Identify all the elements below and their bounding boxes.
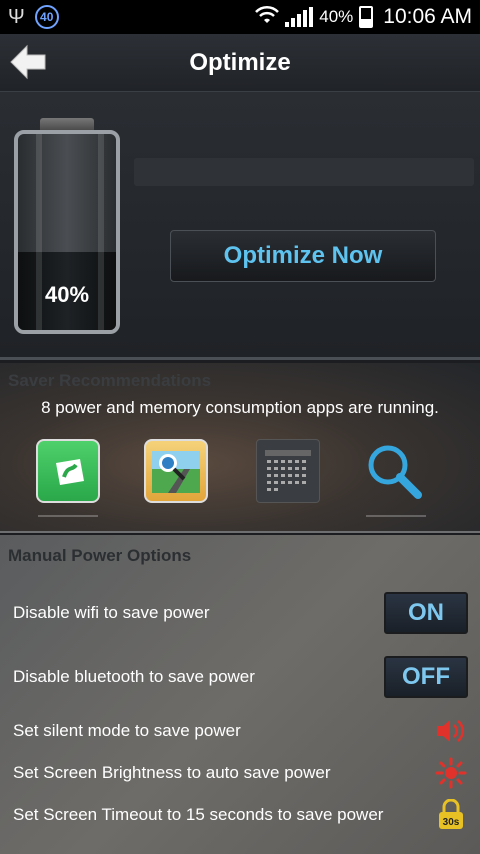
- notification-badge: 40: [34, 5, 59, 29]
- calendar-app-icon[interactable]: [256, 439, 320, 503]
- back-arrow-icon: [10, 44, 46, 80]
- manual-title: Manual Power Options: [8, 546, 192, 565]
- status-bar: Ψ 40 40% 10:06 AM: [0, 0, 480, 34]
- maps-app-icon[interactable]: [144, 439, 208, 503]
- timeout-lock-icon[interactable]: 30s: [434, 798, 468, 832]
- option-row-timeout: Set Screen Timeout to 15 seconds to save…: [0, 794, 480, 836]
- wifi-toggle-button[interactable]: ON: [384, 592, 468, 634]
- battery-icon: [359, 6, 374, 28]
- battery-graphic: 40%: [14, 118, 120, 334]
- recommendations-title: Saver Recommendations: [8, 371, 212, 390]
- optimize-now-button[interactable]: Optimize Now: [170, 230, 436, 282]
- option-label: Set silent mode to save power: [13, 721, 241, 740]
- speaker-icon[interactable]: [434, 714, 468, 748]
- usb-icon: Ψ: [8, 5, 25, 28]
- signal-icon: [285, 7, 314, 27]
- timeout-icon-text: 30s: [443, 817, 460, 828]
- back-button[interactable]: [8, 42, 48, 82]
- recommendations-message: 8 power and memory consumption apps are …: [41, 398, 439, 417]
- wifi-icon: [255, 5, 280, 30]
- optimize-progress-bar: [134, 158, 474, 186]
- page-title: Optimize: [189, 48, 291, 76]
- battery-level-text: 40%: [44, 282, 90, 307]
- battery-percent: 40%: [319, 7, 354, 26]
- option-row-brightness: Set Screen Brightness to auto save power: [0, 752, 480, 794]
- option-label: Set Screen Timeout to 15 seconds to save…: [13, 805, 384, 824]
- option-row-silent: Set silent mode to save power: [0, 710, 480, 752]
- option-label: Disable bluetooth to save power: [13, 667, 255, 686]
- battery-panel: 40% Optimize Now: [0, 92, 480, 360]
- clock: 10:06 AM: [383, 5, 472, 28]
- option-label: Set Screen Brightness to auto save power: [13, 763, 331, 782]
- search-app-icon[interactable]: [362, 439, 426, 503]
- saver-recommendations: Saver Recommendations 8 power and memory…: [0, 363, 480, 533]
- manual-power-options: Manual Power Options Disable wifi to sav…: [0, 535, 480, 854]
- bluetooth-toggle-button[interactable]: OFF: [384, 656, 468, 698]
- option-row-wifi: Disable wifi to save power ON: [0, 592, 480, 634]
- option-label: Disable wifi to save power: [13, 603, 210, 622]
- option-row-bluetooth: Disable bluetooth to save power OFF: [0, 656, 480, 698]
- brightness-icon[interactable]: [434, 756, 468, 790]
- saavn-app-icon[interactable]: [36, 439, 100, 503]
- title-bar: Optimize: [0, 34, 480, 92]
